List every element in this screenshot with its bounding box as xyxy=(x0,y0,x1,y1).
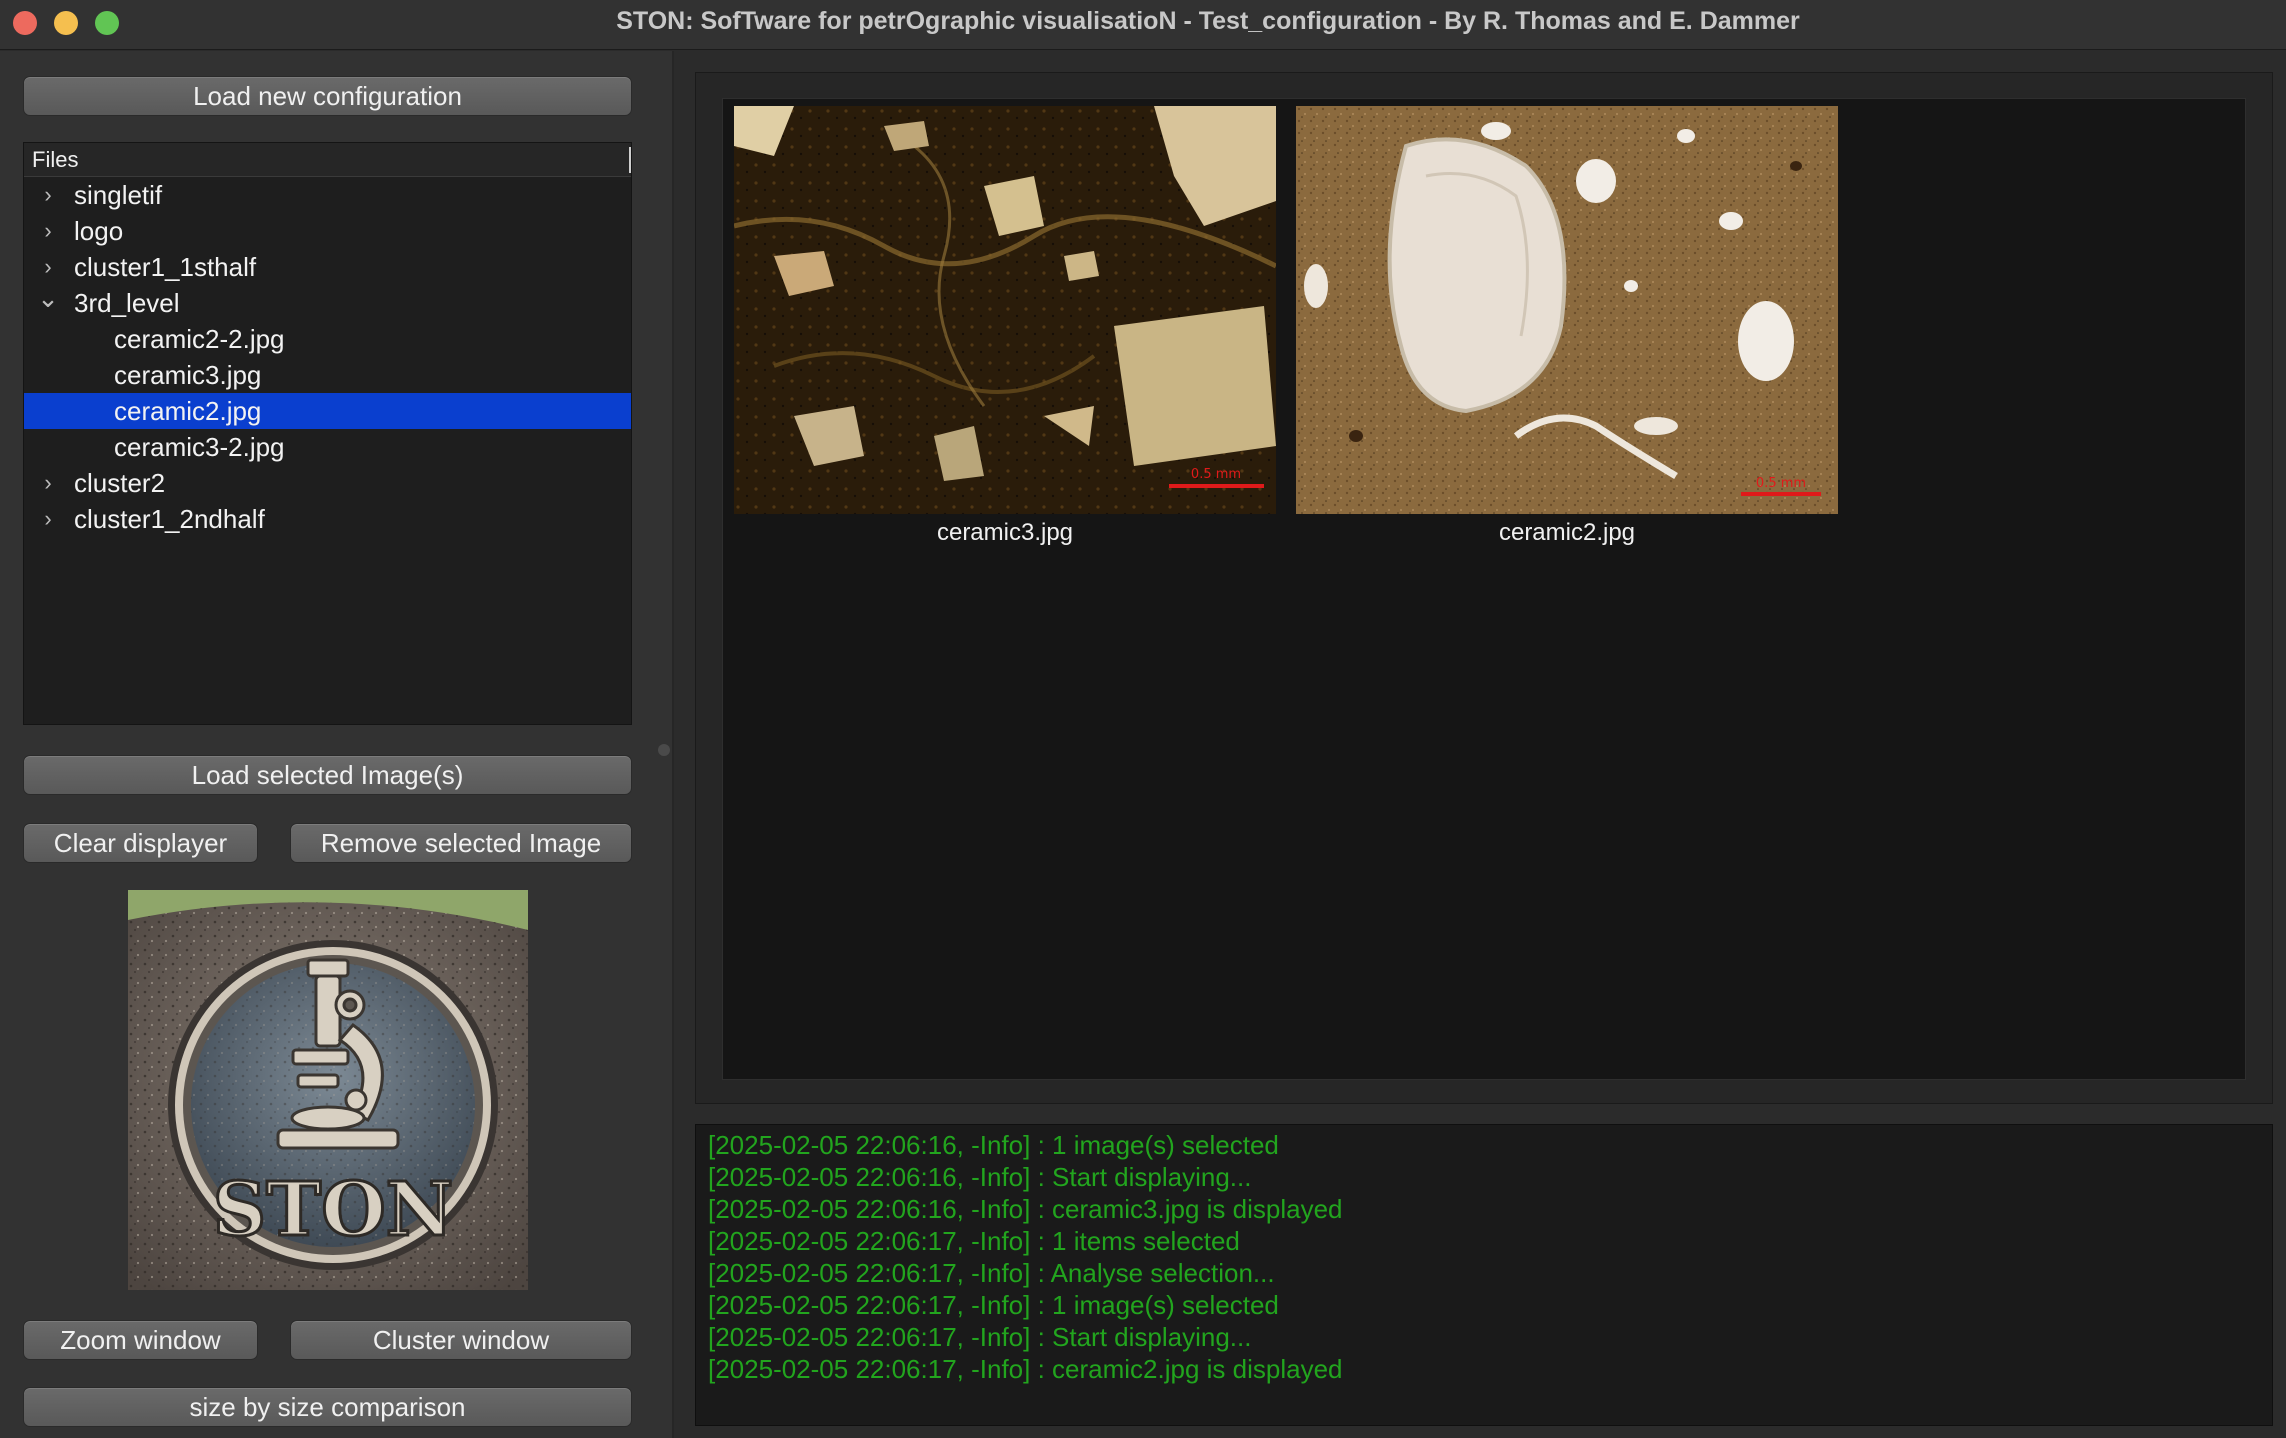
tree-folder-item[interactable]: › cluster2 xyxy=(24,465,631,501)
image-thumbnail[interactable]: 0.5 mm xyxy=(1296,106,1838,514)
tree-item-label: ceramic2-2.jpg xyxy=(114,324,285,354)
ston-logo: STON xyxy=(128,890,528,1290)
image-caption: ceramic3.jpg xyxy=(936,519,1074,546)
tree-folder-item[interactable]: › logo xyxy=(24,213,631,249)
tree-file-item[interactable]: ceramic3.jpg xyxy=(24,357,631,393)
tree-item-label: cluster1_2ndhalf xyxy=(74,504,265,534)
tree-folder-item[interactable]: › cluster1_2ndhalf xyxy=(24,501,631,537)
chevron-right-icon[interactable]: › xyxy=(36,501,60,537)
log-lines: [2025-02-05 22:06:16, -Info] : 1 image(s… xyxy=(708,1129,2260,1385)
log-line: [2025-02-05 22:06:17, -Info] : ceramic2.… xyxy=(708,1354,1343,1384)
tree-folder-item[interactable]: › singletif xyxy=(24,177,631,213)
tree-item-label: 3rd_level xyxy=(74,288,180,318)
chevron-down-icon[interactable]: ⌄ xyxy=(36,285,60,311)
tree-folder-item[interactable]: ⌄ 3rd_level xyxy=(24,285,631,321)
svg-text:0.5 mm: 0.5 mm xyxy=(1756,476,1806,491)
tree-item-label: ceramic3.jpg xyxy=(114,360,262,390)
log-line: [2025-02-05 22:06:16, -Info] : 1 image(s… xyxy=(708,1130,1279,1160)
tree-item-label: singletif xyxy=(74,180,163,210)
svg-text:STON: STON xyxy=(213,1167,454,1253)
column-resize-handle[interactable] xyxy=(629,147,631,173)
image-displayer[interactable]: 0.5 mm ceramic3.jpg 0.5 mm ceramic2.jpg xyxy=(722,98,2246,1080)
tree-item-label: ceramic2.jpg xyxy=(114,396,262,426)
tree-rows: › singletif › logo › cluster1_1sthalf ⌄ 3rd_lev… xyxy=(24,177,631,537)
tree-folder-item[interactable]: › cluster1_1sthalf xyxy=(24,249,631,285)
clear-displayer-button[interactable]: Clear displayer xyxy=(23,823,258,863)
splitter-handle[interactable] xyxy=(658,744,670,756)
log-line: [2025-02-05 22:06:16, -Info] : Start dis… xyxy=(708,1162,1252,1192)
log-line: [2025-02-05 22:06:16, -Info] : ceramic3.… xyxy=(708,1194,1343,1224)
tree-item-label: logo xyxy=(74,216,124,246)
image-caption: ceramic2.jpg xyxy=(1498,519,1636,546)
remove-selected-image-button[interactable]: Remove selected Image xyxy=(290,823,632,863)
window-title: STON: SofTware for petrOgraphic visualis… xyxy=(616,7,1800,35)
tree-item-label: cluster1_1sthalf xyxy=(74,252,257,282)
file-tree[interactable]: Files › singletif › logo › cluster1_1sthalf ⌄ 3… xyxy=(23,142,632,725)
tree-item-label: ceramic3-2.jpg xyxy=(114,432,285,462)
chevron-right-icon[interactable]: › xyxy=(36,249,60,285)
tree-header[interactable]: Files xyxy=(24,143,631,177)
log-line: [2025-02-05 22:06:17, -Info] : 1 image(s… xyxy=(708,1290,1279,1320)
tree-file-item[interactable]: ceramic2-2.jpg xyxy=(24,321,631,357)
tree-header-label: Files xyxy=(32,147,79,172)
size-comparison-button[interactable]: size by size comparison xyxy=(23,1387,632,1427)
image-thumbnail[interactable]: 0.5 mm xyxy=(734,106,1276,514)
log-console[interactable]: [2025-02-05 22:06:16, -Info] : 1 image(s… xyxy=(695,1124,2273,1426)
load-configuration-button[interactable]: Load new configuration xyxy=(23,76,632,116)
zoom-window-button[interactable]: Zoom window xyxy=(23,1320,258,1360)
panel-splitter[interactable] xyxy=(672,51,674,1438)
log-line: [2025-02-05 22:06:17, -Info] : 1 items s… xyxy=(708,1226,1240,1256)
tree-item-label: cluster2 xyxy=(74,468,166,498)
chevron-right-icon[interactable]: › xyxy=(36,213,60,249)
log-line: [2025-02-05 22:06:17, -Info] : Analyse s… xyxy=(708,1258,1275,1288)
cluster-window-button[interactable]: Cluster window xyxy=(290,1320,632,1360)
tree-file-item[interactable]: ceramic2.jpg xyxy=(24,393,631,429)
chevron-right-icon[interactable]: › xyxy=(36,465,60,501)
chevron-right-icon[interactable]: › xyxy=(36,177,60,213)
tree-file-item[interactable]: ceramic3-2.jpg xyxy=(24,429,631,465)
title-bar: STON: SofTware for petrOgraphic visualis… xyxy=(0,0,2286,50)
log-line: [2025-02-05 22:06:17, -Info] : Start dis… xyxy=(708,1322,1252,1352)
svg-text:0.5 mm: 0.5 mm xyxy=(1191,467,1241,482)
load-selected-images-button[interactable]: Load selected Image(s) xyxy=(23,755,632,795)
